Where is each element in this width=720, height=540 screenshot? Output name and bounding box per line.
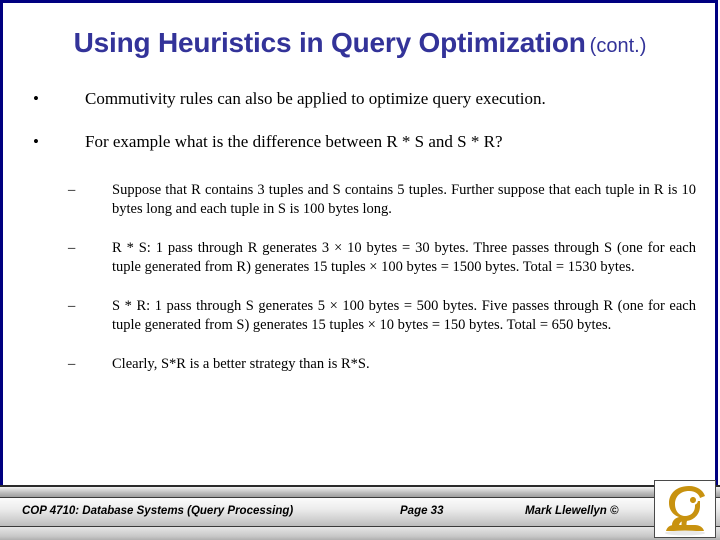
- sub-bullet-marker: –: [68, 298, 76, 314]
- page-title: Using Heuristics in Query Optimization (c…: [0, 27, 720, 59]
- sub-bullet-marker: –: [68, 356, 76, 373]
- sub-bullet-text: Clearly, S*R is a better strategy than i…: [112, 356, 370, 373]
- bullet-marker: •: [33, 132, 39, 152]
- slide-body: • Commutivity rules can also be applied …: [0, 88, 720, 394]
- bullet-item: • For example what is the difference bet…: [0, 131, 720, 152]
- ucf-pegasus-logo: [654, 480, 716, 538]
- sub-bullet-item: – R * S: 1 pass through R generates 3 × …: [0, 239, 720, 277]
- footer-page-number: Page 33: [400, 505, 444, 517]
- bullet-marker: •: [33, 89, 39, 108]
- pegasus-icon: [655, 481, 715, 537]
- sub-bullet-text: S * R: 1 pass through S generates 5 × 10…: [112, 298, 696, 334]
- sub-bullet-marker: –: [68, 181, 76, 198]
- bullet-item: • Commutivity rules can also be applied …: [0, 88, 720, 109]
- sub-bullet-item: – S * R: 1 pass through S generates 5 × …: [0, 297, 720, 335]
- page-title-continued: (cont.): [589, 35, 647, 57]
- footer-course-label: COP 4710: Database Systems (Query Proces…: [22, 505, 294, 517]
- bullet-text: For example what is the difference betwe…: [85, 132, 503, 152]
- sub-bullet-item: – Clearly, S*R is a better strategy than…: [0, 355, 720, 374]
- slide: Using Heuristics in Query Optimization (c…: [0, 0, 720, 540]
- footer-upper-band: [0, 487, 720, 498]
- footer-author-label: Mark Llewellyn ©: [525, 505, 619, 517]
- sub-bullet-item: – Suppose that R contains 3 tuples and S…: [0, 181, 720, 219]
- slide-footer: COP 4710: Database Systems (Query Proces…: [0, 480, 720, 540]
- bullet-text: Commutivity rules can also be applied to…: [85, 89, 546, 108]
- sub-bullet-text: Suppose that R contains 3 tuples and S c…: [112, 181, 696, 217]
- page-title-main: Using Heuristics in Query Optimization: [73, 27, 586, 58]
- sub-bullet-text: R * S: 1 pass through R generates 3 × 10…: [112, 239, 696, 275]
- sub-bullet-marker: –: [68, 239, 76, 256]
- footer-lower-band: [0, 527, 720, 540]
